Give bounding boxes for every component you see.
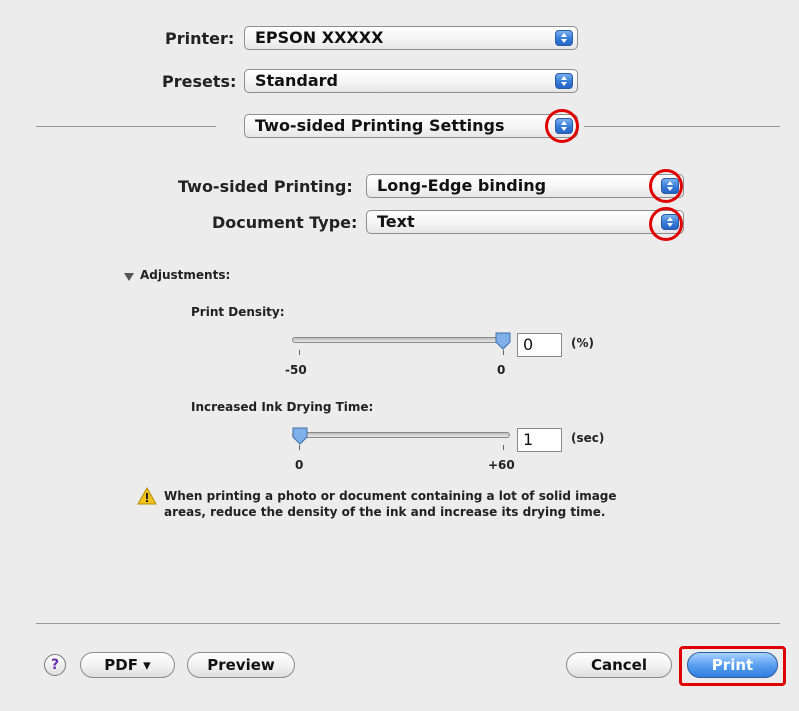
print-button[interactable]: Print [687, 652, 778, 678]
print-density-unit: (%) [571, 336, 594, 350]
panel-menu-popup[interactable]: Two-sided Printing Settings [244, 114, 578, 138]
preview-button[interactable]: Preview [187, 652, 295, 678]
help-button[interactable]: ? [44, 654, 66, 676]
drying-time-field[interactable]: 1 [517, 428, 562, 452]
document-type-popup[interactable]: Text [366, 210, 684, 234]
document-type-value: Text [377, 212, 415, 231]
print-density-max-label: 0 [497, 363, 506, 377]
highlight-circle [649, 207, 683, 241]
slider-tick [299, 350, 300, 355]
print-density-min-label: -50 [285, 363, 307, 377]
two-sided-popup[interactable]: Long-Edge binding [366, 174, 684, 198]
adjustments-label: Adjustments: [140, 268, 231, 282]
slider-tick [503, 350, 504, 355]
warning-line-2: areas, reduce the density of the ink and… [164, 505, 606, 519]
document-type-label: Document Type: [212, 213, 358, 232]
separator-line [584, 126, 780, 127]
two-sided-label: Two-sided Printing: [178, 177, 353, 196]
popup-arrows-icon [555, 73, 573, 89]
print-density-field[interactable]: 0 [517, 333, 562, 357]
drying-time-label: Increased Ink Drying Time: [191, 400, 374, 414]
print-density-slider-thumb[interactable] [495, 332, 511, 350]
slider-tick [503, 445, 504, 450]
two-sided-value: Long-Edge binding [377, 176, 547, 195]
drying-time-min-label: 0 [295, 458, 304, 472]
printer-value: EPSON XXXXX [255, 28, 384, 47]
separator-line [36, 126, 216, 127]
drying-time-slider-track[interactable] [292, 432, 510, 438]
drying-time-max-label: +60 [488, 458, 515, 472]
printer-popup[interactable]: EPSON XXXXX [244, 26, 578, 50]
footer-separator [36, 623, 780, 624]
highlight-circle [649, 169, 683, 203]
warning-icon [137, 487, 157, 505]
pdf-button[interactable]: PDF ▾ [80, 652, 175, 678]
highlight-circle [545, 109, 579, 143]
presets-popup[interactable]: Standard [244, 69, 578, 93]
drying-time-slider-thumb[interactable] [292, 427, 308, 445]
presets-value: Standard [255, 71, 338, 90]
drying-time-unit: (sec) [571, 431, 605, 445]
printer-label: Printer: [165, 29, 235, 48]
cancel-button[interactable]: Cancel [566, 652, 672, 678]
disclosure-triangle-icon[interactable] [124, 273, 134, 281]
popup-arrows-icon [555, 30, 573, 46]
panel-menu-value: Two-sided Printing Settings [255, 116, 505, 135]
presets-label: Presets: [162, 72, 237, 91]
slider-tick [299, 445, 300, 450]
print-density-label: Print Density: [191, 305, 285, 319]
warning-line-1: When printing a photo or document contai… [164, 489, 617, 503]
print-density-slider-track[interactable] [292, 337, 510, 343]
